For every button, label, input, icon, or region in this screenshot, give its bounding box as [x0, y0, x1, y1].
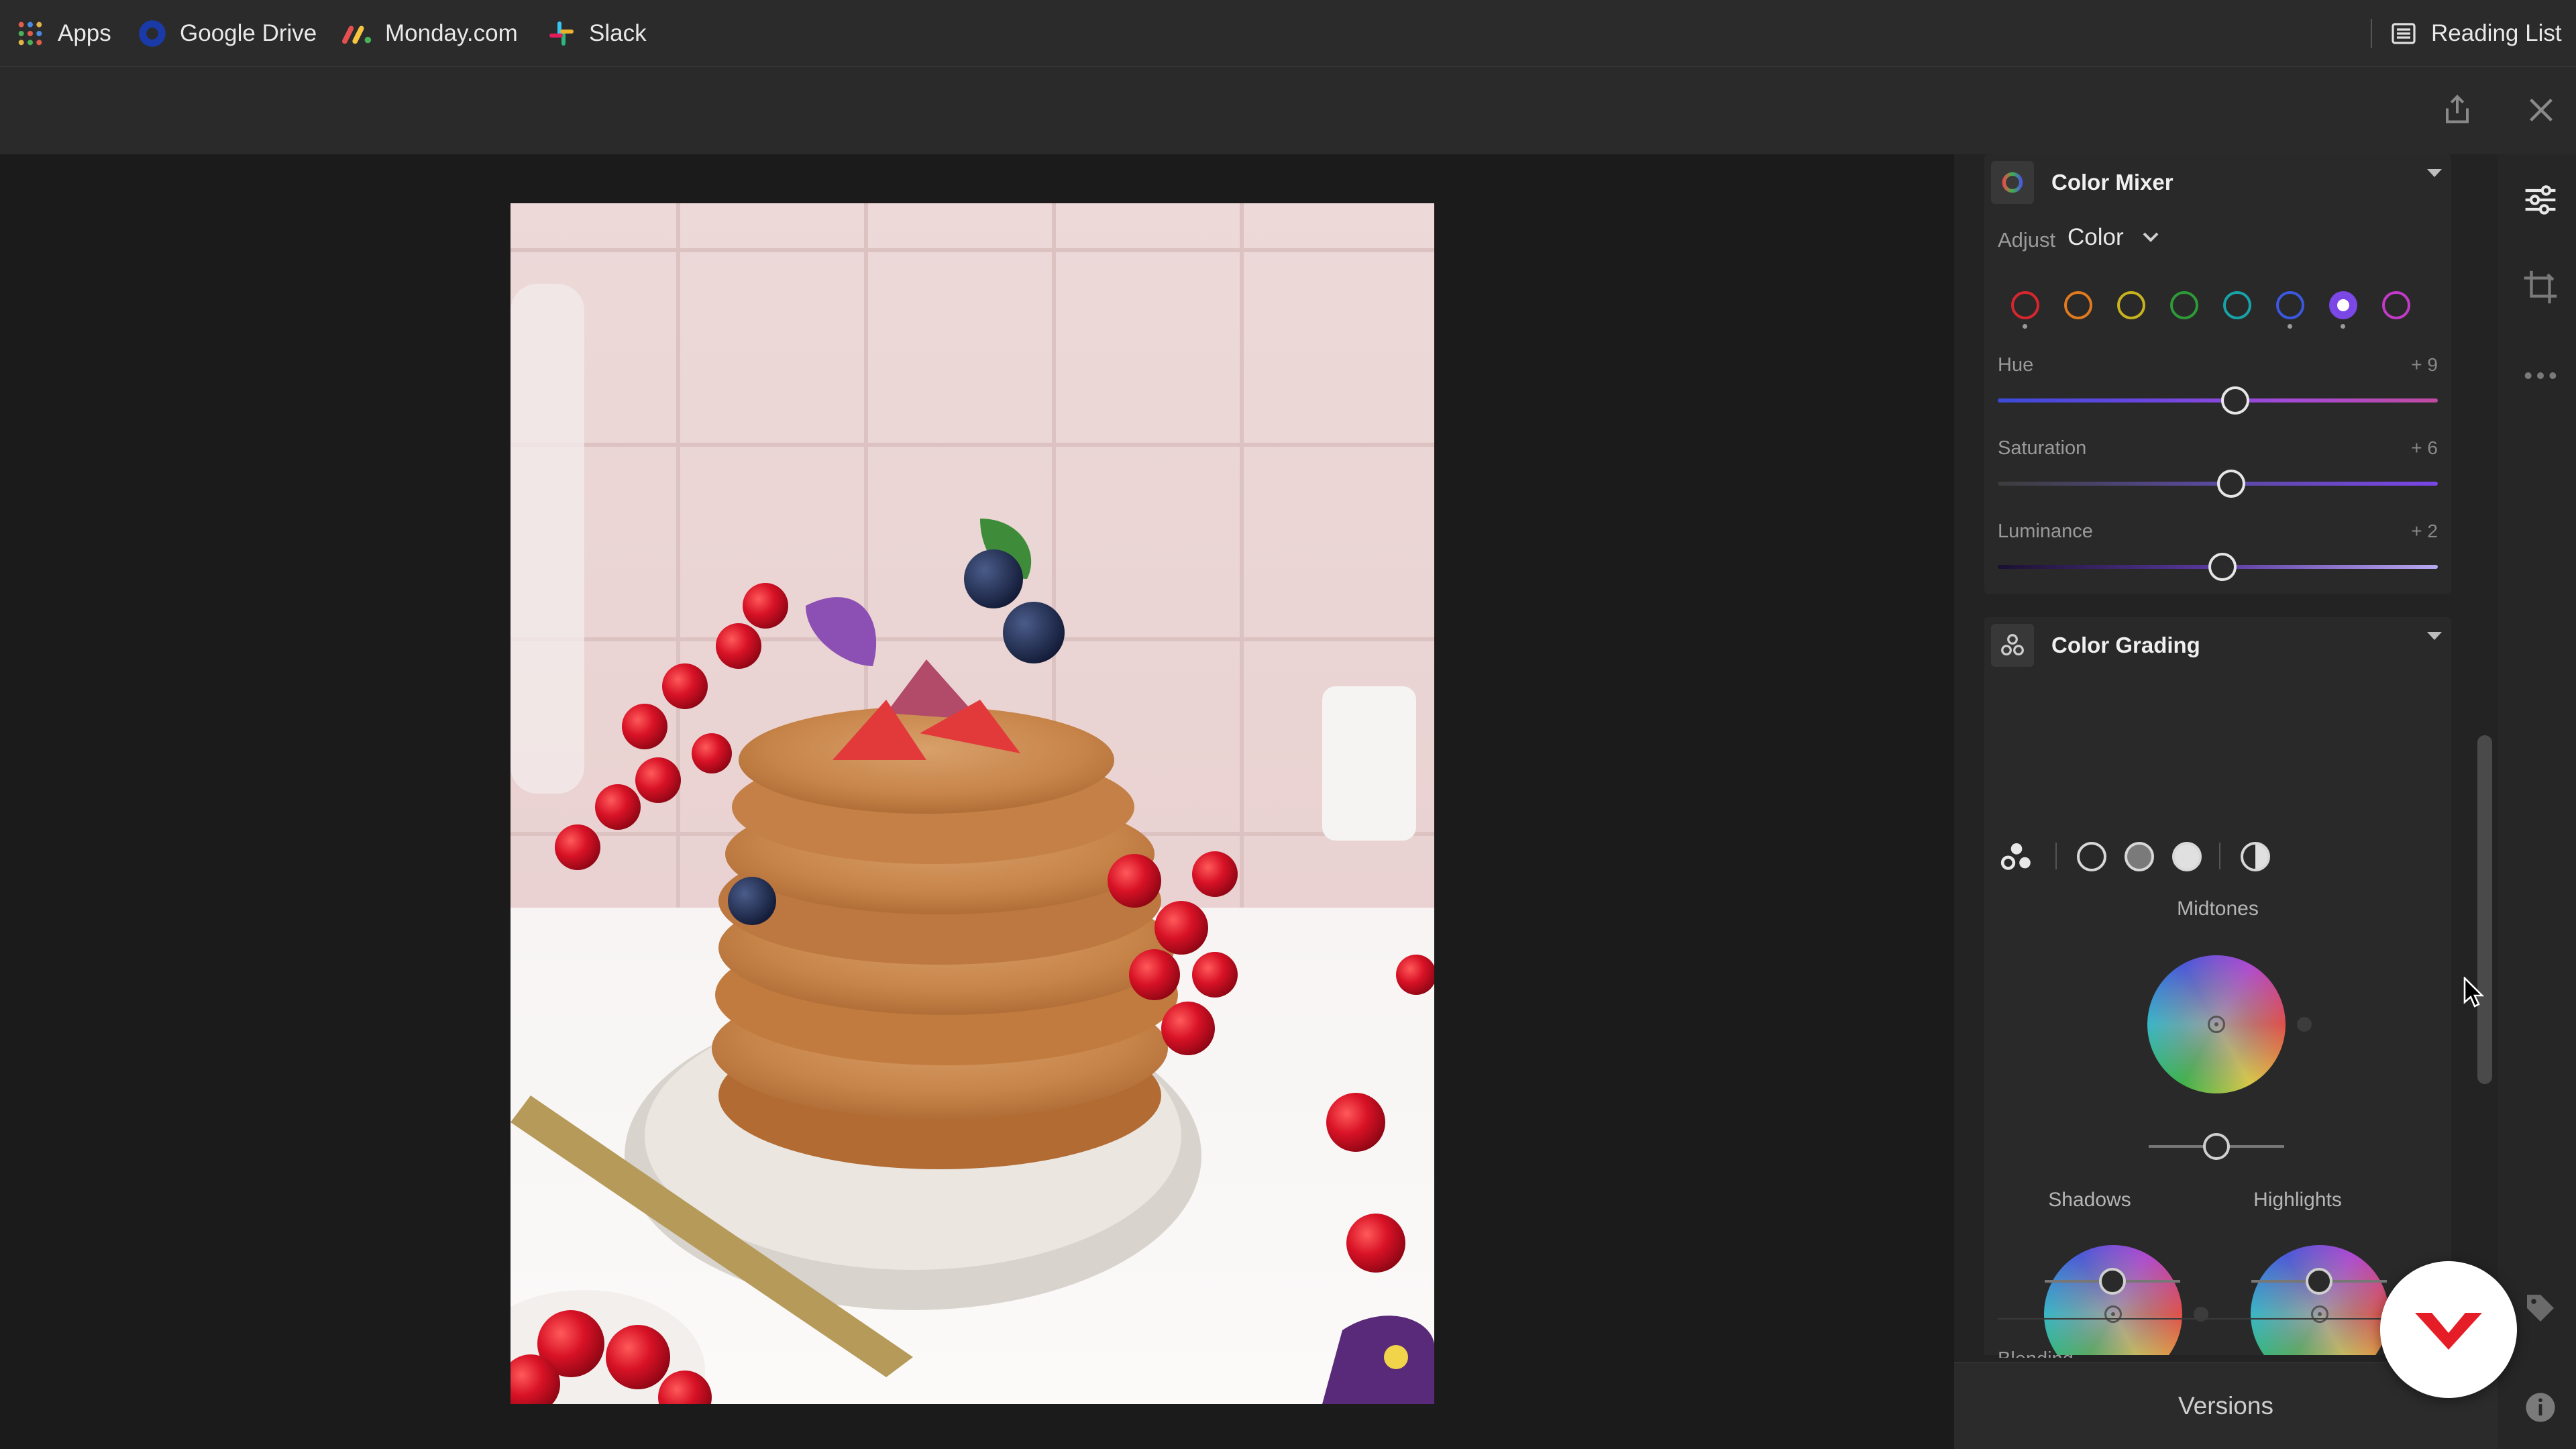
three-way-mode-icon[interactable] [1999, 839, 2034, 874]
midtones-wheel-dot[interactable] [2297, 1017, 2312, 1032]
swatch-yellow[interactable] [2117, 291, 2145, 319]
global-mode-icon[interactable] [2241, 842, 2270, 871]
hue-label: Hue [1998, 354, 2034, 376]
edit-panel-scroll: Color Mixer Adjust Color Hue + 9 Saturat… [1984, 154, 2477, 1355]
midtones-color-wheel[interactable] [2147, 955, 2286, 1093]
tag-icon [2527, 1295, 2554, 1322]
swatch-purple[interactable] [2329, 291, 2357, 319]
info-icon [2526, 1393, 2555, 1422]
wheel-center-marker [2311, 1305, 2328, 1323]
share-button[interactable] [2436, 89, 2479, 131]
saturation-slider-thumb[interactable] [2216, 470, 2245, 498]
luminance-value: + 2 [2411, 521, 2438, 541]
midtones-mode-icon[interactable] [2125, 842, 2154, 871]
bookmark-label: Google Drive [180, 20, 317, 46]
luminance-label: Luminance [1998, 521, 2093, 542]
chevron-down-icon [2143, 232, 2159, 242]
crop-icon [2524, 270, 2557, 304]
edit-tool-button[interactable] [2520, 180, 2561, 220]
slack-icon [546, 18, 577, 49]
app-toolbar [0, 67, 2576, 154]
share-icon [2446, 95, 2469, 123]
highlights-luminance-thumb[interactable] [2306, 1268, 2332, 1295]
tool-rail [2498, 154, 2576, 1449]
mouse-cursor-icon [2463, 977, 2485, 1008]
info-button[interactable] [2520, 1387, 2561, 1428]
separator [2371, 19, 2372, 48]
saturation-label: Saturation [1998, 437, 2087, 459]
edit-panel: Color Mixer Adjust Color Hue + 9 Saturat… [1954, 154, 2498, 1449]
color-grading-collapse[interactable] [2427, 632, 2442, 640]
adjust-label: Adjust [1998, 228, 2056, 252]
bookmark-label: Apps [58, 20, 111, 46]
hue-slider-thumb[interactable] [2221, 386, 2250, 415]
adjust-dropdown[interactable]: Color [2068, 224, 2160, 251]
midtones-luminance-thumb[interactable] [2203, 1133, 2230, 1160]
google-drive-icon [137, 18, 168, 49]
color-mixer-collapse[interactable] [2427, 169, 2442, 177]
swatch-red[interactable] [2011, 291, 2039, 319]
midtones-label: Midtones [2177, 898, 2259, 920]
swatch-blue[interactable] [2276, 291, 2304, 319]
bookmark-monday[interactable]: Monday.com [342, 15, 518, 52]
highlights-label: Highlights [2253, 1189, 2342, 1211]
apps-grid-icon [15, 18, 46, 49]
tag-button[interactable] [2520, 1288, 2561, 1328]
separator [2219, 843, 2220, 869]
close-icon [2530, 99, 2553, 121]
color-mixer-header[interactable]: Color Mixer [1991, 161, 2445, 204]
color-mixer-title: Color Mixer [2051, 170, 2174, 195]
pancake-photo[interactable] [511, 203, 1434, 1404]
color-mixer-section: Color Mixer Adjust Color Hue + 9 Saturat… [1984, 154, 2451, 594]
blending-label: Blending [1998, 1343, 2074, 1358]
separator [2055, 843, 2057, 869]
bookmarks-bar: Apps Google Drive Monday.com Slack Readi… [0, 0, 2576, 67]
adjust-value: Color [2068, 224, 2124, 250]
swatch-adjusted-dot [2023, 324, 2027, 329]
reading-list-icon [2388, 18, 2419, 49]
swatch-magenta[interactable] [2382, 291, 2410, 319]
color-mixer-icon [1991, 161, 2034, 204]
swatch-green[interactable] [2170, 291, 2198, 319]
saturation-value: + 6 [2411, 437, 2438, 458]
color-grading-icon [1991, 624, 2034, 667]
shadows-luminance-thumb[interactable] [2099, 1268, 2126, 1295]
wheel-center-marker [2104, 1305, 2122, 1323]
hue-slider-track[interactable] [1998, 398, 2438, 402]
bookmark-label: Slack [589, 20, 647, 46]
bookmark-label: Monday.com [385, 20, 518, 46]
bookmark-slack[interactable]: Slack [546, 15, 647, 52]
more-icon [2524, 372, 2557, 379]
color-grading-title: Color Grading [2051, 633, 2200, 657]
swatch-adjusted-dot [2288, 324, 2292, 329]
hue-value: + 9 [2411, 354, 2438, 375]
highlights-mode-icon[interactable] [2172, 842, 2202, 871]
swatch-aqua[interactable] [2223, 291, 2251, 319]
wheel-center-marker [2208, 1016, 2225, 1033]
floating-brand-button[interactable] [2380, 1261, 2517, 1398]
monday-icon [342, 18, 373, 49]
versions-label: Versions [2178, 1391, 2273, 1419]
color-grading-header[interactable]: Color Grading [1991, 624, 2445, 667]
reading-list-button[interactable]: Reading List [2388, 15, 2562, 52]
crop-tool-button[interactable] [2520, 267, 2561, 307]
sliders-icon [2525, 185, 2556, 215]
bookmark-google-drive[interactable]: Google Drive [137, 15, 317, 52]
panel-scrollbar[interactable] [2477, 735, 2492, 1084]
brand-logo-icon [2415, 1313, 2482, 1350]
shadows-label: Shadows [2048, 1189, 2131, 1211]
bookmark-apps[interactable]: Apps [15, 15, 111, 52]
swatch-adjusted-dot [2341, 324, 2345, 329]
more-button[interactable] [2520, 356, 2561, 396]
swatch-orange[interactable] [2064, 291, 2092, 319]
close-button[interactable] [2520, 89, 2563, 131]
reading-list-label: Reading List [2431, 20, 2562, 46]
luminance-slider-thumb[interactable] [2208, 553, 2237, 581]
shadows-mode-icon[interactable] [2077, 842, 2106, 871]
